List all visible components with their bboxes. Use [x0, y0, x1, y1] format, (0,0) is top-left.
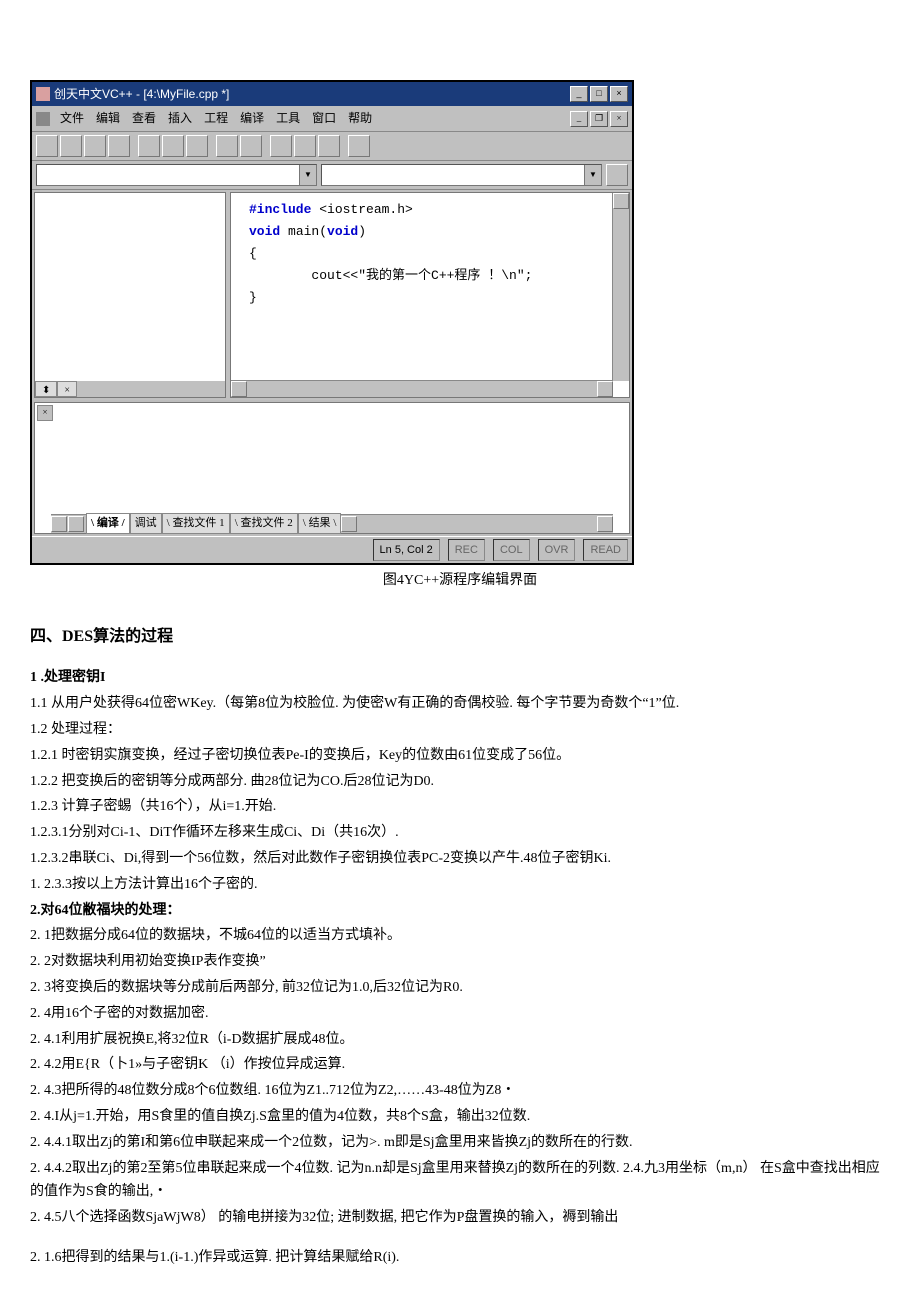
text-line: 2. 3将变换后的数据块等分成前后两部分, 前32位记为1.0,后32位记为R0… — [30, 976, 890, 1000]
text-line: 1.2 处理过程： — [30, 718, 890, 742]
text-line: 2. 4.I从j=1.开始，用S食里的值自换Zj.S盒里的值为4位数，共8个S盒… — [30, 1105, 890, 1129]
chevron-down-icon[interactable]: ▼ — [584, 165, 601, 185]
figure-caption: 图4YC++源程序编辑界面 — [30, 569, 890, 593]
menu-project[interactable]: 工程 — [198, 108, 234, 128]
text-line: 2. 4.3把所得的48位数分成8个6位数组. 16位为Z1..712位为Z2,… — [30, 1079, 890, 1103]
undo-icon[interactable] — [216, 135, 238, 157]
text-line: 2. 4用16个子密的对数据加密. — [30, 1002, 890, 1026]
code-text[interactable]: #include <iostream.h> void main(void) { … — [231, 193, 629, 397]
subsection-2: 2.对64位敝福块的处理： — [30, 899, 890, 923]
vertical-scrollbar[interactable] — [612, 193, 629, 381]
child-restore-button[interactable]: ❐ — [590, 111, 608, 127]
horizontal-scrollbar[interactable] — [231, 380, 613, 397]
text-line: 2. 4.2用E{R（卜1»与子密钥K （i）作按位异成运算. — [30, 1053, 890, 1077]
output-pane[interactable]: × \ 编译 / 调试 \ 查找文件 1 \ 查找文件 2 \ 结果 \ — [34, 402, 630, 534]
target-combo[interactable]: ▼ — [321, 164, 602, 186]
workspace-icon[interactable] — [270, 135, 292, 157]
status-ovr: OVR — [538, 539, 576, 562]
config-combo[interactable]: ▼ — [36, 164, 317, 186]
minimize-button[interactable]: _ — [570, 86, 588, 102]
paste-icon[interactable] — [186, 135, 208, 157]
text-line: 1.2.3.1分别对Ci-1、DiT作循环左移来生成Ci、Di（共16次）. — [30, 821, 890, 845]
child-minimize-button[interactable]: _ — [570, 111, 588, 127]
status-read: READ — [583, 539, 628, 562]
save-all-icon[interactable] — [108, 135, 130, 157]
text-line: 1.2.1 时密钥实旗变换，经过子密切换位表Pe-I的变换后，Key的位数由61… — [30, 744, 890, 768]
menu-file[interactable]: 文件 — [54, 108, 90, 128]
child-close-button[interactable]: × — [610, 111, 628, 127]
tab-debug[interactable]: 调试 — [130, 513, 162, 534]
copy-icon[interactable] — [162, 135, 184, 157]
window-list-icon[interactable] — [318, 135, 340, 157]
open-icon[interactable] — [60, 135, 82, 157]
code-editor[interactable]: #include <iostream.h> void main(void) { … — [230, 192, 630, 398]
tab-nav-right-icon[interactable] — [68, 516, 84, 532]
tab-result[interactable]: \ 结果 \ — [298, 513, 342, 534]
app-icon — [36, 87, 50, 101]
chevron-down-icon[interactable]: ▼ — [299, 165, 316, 185]
text-line: 2. 1把数据分成64位的数据块，不城64位的以适当方式填补。 — [30, 924, 890, 948]
window-title: 创天中文VC++ - [4:\MyFile.cpp *] — [54, 84, 570, 104]
status-col: COL — [493, 539, 530, 562]
text-line: 2. 4.4.1取出Zj的第I和第6位申联起来成一个2位数，记为>. m即是Sj… — [30, 1131, 890, 1155]
output-scroll-right-icon[interactable] — [597, 516, 613, 532]
ide-window: 创天中文VC++ - [4:\MyFile.cpp *] _ □ × 文件 编辑… — [30, 80, 634, 565]
save-icon[interactable] — [84, 135, 106, 157]
text-line: 1. 2.3.3按以上方法计算出16个子密的. — [30, 873, 890, 897]
text-line: 2. 2对数据块利用初始变换IP表作变换” — [30, 950, 890, 974]
close-button[interactable]: × — [610, 86, 628, 102]
menu-insert[interactable]: 插入 — [162, 108, 198, 128]
menu-tools[interactable]: 工具 — [270, 108, 306, 128]
output-tabs: \ 编译 / 调试 \ 查找文件 1 \ 查找文件 2 \ 结果 \ — [51, 514, 613, 533]
cut-icon[interactable] — [138, 135, 160, 157]
menu-view[interactable]: 查看 — [126, 108, 162, 128]
statusbar: Ln 5, Col 2 REC COL OVR READ — [32, 536, 632, 564]
tab-find1[interactable]: \ 查找文件 1 — [162, 513, 230, 534]
scroll-left-icon[interactable] — [231, 381, 247, 397]
menu-edit[interactable]: 编辑 — [90, 108, 126, 128]
text-line: 2. 4.5八个选择函数SjaWjW8） 的输电拼接为32位; 进制数据, 把它… — [30, 1206, 890, 1230]
output-close-button[interactable]: × — [37, 405, 53, 421]
toolbar-combos: ▼ ▼ — [32, 161, 632, 190]
tab-nav-left-icon[interactable] — [51, 516, 67, 532]
workspace-pane[interactable]: ⬍ × — [34, 192, 226, 398]
doc-icon — [36, 112, 50, 126]
menu-window[interactable]: 窗口 — [306, 108, 342, 128]
status-rec: REC — [448, 539, 485, 562]
tab-find2[interactable]: \ 查找文件 2 — [230, 513, 298, 534]
titlebar: 创天中文VC++ - [4:\MyFile.cpp *] _ □ × — [32, 82, 632, 106]
tab-nav-end-icon[interactable] — [341, 516, 357, 532]
menubar: 文件 编辑 查看 插入 工程 编译 工具 窗口 帮助 _ ❐ × — [32, 106, 632, 131]
classview-tab[interactable]: ⬍ — [35, 381, 57, 397]
text-line: 2. 1.6把得到的结果与1.(i-1.)作异或运算. 把计算结果赋给R(i). — [30, 1246, 890, 1270]
tab-compile[interactable]: \ 编译 / — [86, 513, 130, 534]
workspace: ⬍ × #include <iostream.h> void main(void… — [32, 190, 632, 400]
text-line: 2. 4.1利用扩展祝换E,将32位R（i-D数据扩展成48位。 — [30, 1028, 890, 1052]
text-line: 2. 4.4.2取出Zj的第2至第5位串联起来成一个4位数. 记为n.n却是Sj… — [30, 1157, 890, 1205]
new-icon[interactable] — [36, 135, 58, 157]
menu-help[interactable]: 帮助 — [342, 108, 378, 128]
toolbar-main — [32, 132, 632, 161]
text-line: 1.2.2 把变换后的密钥等分成两部分. 曲28位记为CO.后28位记为D0. — [30, 770, 890, 794]
menu-build[interactable]: 编译 — [234, 108, 270, 128]
subsection-1: 1 .处理密钥I — [30, 666, 890, 690]
find-icon[interactable] — [348, 135, 370, 157]
status-position: Ln 5, Col 2 — [373, 539, 440, 562]
scroll-right-icon[interactable] — [597, 381, 613, 397]
combo-button[interactable] — [606, 164, 628, 186]
redo-icon[interactable] — [240, 135, 262, 157]
output-icon[interactable] — [294, 135, 316, 157]
maximize-button[interactable]: □ — [590, 86, 608, 102]
text-line: 1.2.3 计算子密蜴（共16个），从i=1.开始. — [30, 795, 890, 819]
text-line: 1.1 从用户处获得64位密WKey.（每第8位为校脸位. 为使密W有正确的奇偶… — [30, 692, 890, 716]
fileview-tab[interactable]: × — [57, 381, 77, 397]
text-line: 1.2.3.2串联Ci、Di,得到一个56位数，然后对此数作子密钥换位表PC-2… — [30, 847, 890, 871]
document-body: 1 .处理密钥I 1.1 从用户处获得64位密WKey.（每第8位为校脸位. 为… — [30, 666, 890, 1269]
scroll-up-icon[interactable] — [613, 193, 629, 209]
section-heading: 四、DES算法的过程 — [30, 623, 890, 650]
